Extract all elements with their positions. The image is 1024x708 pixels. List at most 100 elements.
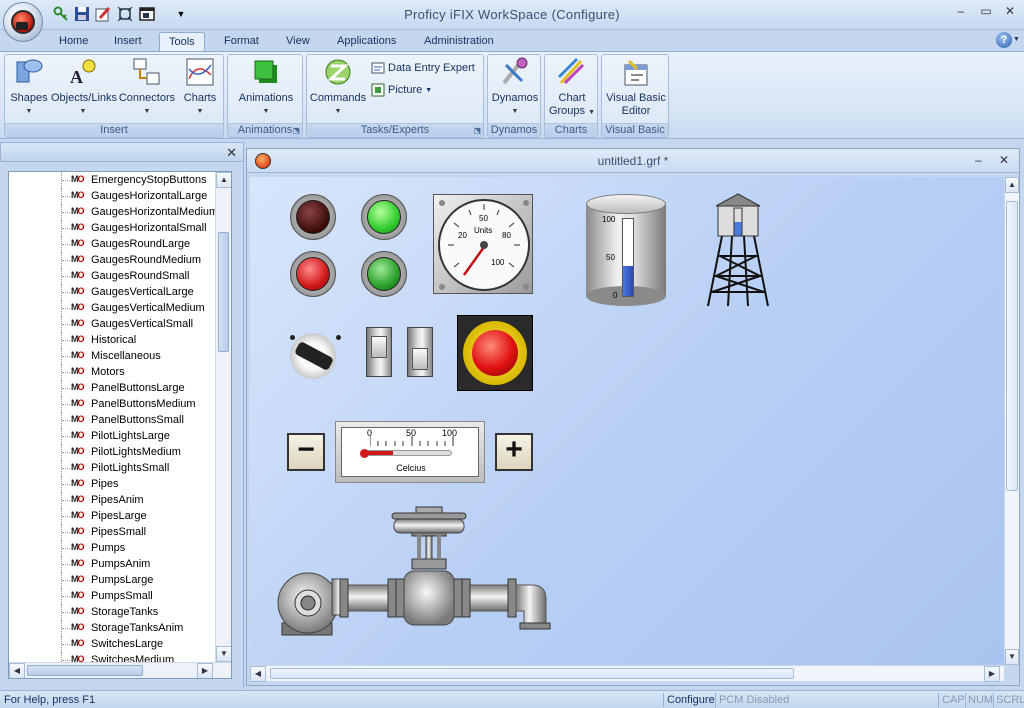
tab-insert[interactable]: Insert (105, 32, 151, 52)
tree-item[interactable]: MO PanelButtonsMedium (9, 396, 217, 412)
tree-hscroll-thumb[interactable] (27, 665, 143, 676)
scroll-down-icon[interactable]: ▼ (216, 646, 231, 662)
water-tower[interactable] (702, 192, 774, 310)
edit-icon[interactable] (94, 5, 112, 23)
help-icon[interactable]: ? (996, 32, 1012, 48)
tree-item[interactable]: MO PilotLightsSmall (9, 460, 217, 476)
document-horizontal-scrollbar[interactable]: ◀ ▶ (250, 665, 1004, 682)
tree-item[interactable]: MO GaugesVerticalMedium (9, 300, 217, 316)
customize-icon[interactable]: ▼ (172, 5, 190, 23)
objects-links-button[interactable]: A Objects/Links ▼ (51, 57, 117, 118)
animations-launcher-icon[interactable]: ⬔ (292, 126, 300, 135)
toggle-switch-2[interactable] (407, 327, 433, 377)
doc-scroll-down-icon[interactable]: ▼ (1005, 649, 1019, 665)
document-minimize-button[interactable]: – (975, 153, 982, 167)
picture-button[interactable]: Picture ▼ (371, 82, 432, 98)
tree-item[interactable]: MO PumpsSmall (9, 588, 217, 604)
tree-vertical-scrollbar[interactable]: ▲ ▼ (215, 172, 231, 662)
tab-home[interactable]: Home (50, 32, 97, 52)
doc-scroll-right-icon[interactable]: ▶ (984, 666, 1000, 682)
tree-horizontal-scrollbar[interactable]: ◀ ▶ (9, 662, 231, 678)
panel-close-button[interactable]: ✕ (226, 145, 237, 161)
storage-tank[interactable]: 100 50 0 (586, 194, 666, 306)
tree-item[interactable]: MO PanelButtonsSmall (9, 412, 217, 428)
tree-item[interactable]: MO PumpsLarge (9, 572, 217, 588)
close-button[interactable]: ✕ (999, 4, 1021, 22)
tasks-launcher-icon[interactable]: ⬔ (473, 126, 481, 135)
minimize-button[interactable]: – (950, 4, 972, 22)
restore-button[interactable]: ▭ (975, 4, 997, 22)
round-gauge[interactable]: Units 20 50 80 100 (433, 194, 533, 294)
title-bar: Proficy iFIX WorkSpace (Configure) ▼ – ▭… (0, 0, 1024, 30)
commands-button[interactable]: Commands ▼ (309, 57, 367, 118)
scroll-up-icon[interactable]: ▲ (216, 172, 231, 188)
visual-basic-editor-button[interactable]: Visual Basic Editor (604, 57, 668, 118)
tree-item[interactable]: MO Motors (9, 364, 217, 380)
tree-item[interactable]: MO GaugesHorizontalSmall (9, 220, 217, 236)
tree-item[interactable]: MO PipesLarge (9, 508, 217, 524)
tree-item[interactable]: MO StorageTanksAnim (9, 620, 217, 636)
save-icon[interactable] (73, 5, 91, 23)
tree-item[interactable]: MO Pipes (9, 476, 217, 492)
tree-item[interactable]: MO GaugesHorizontalMedium (9, 204, 218, 220)
tab-administration[interactable]: Administration (415, 32, 503, 52)
tree-item[interactable]: MO Miscellaneous (9, 348, 217, 364)
decrement-button[interactable]: − (287, 433, 325, 471)
tree-item[interactable]: MO EmergencyStopButtons (9, 172, 217, 188)
thermometer-fill (366, 451, 393, 455)
fullscreen-icon[interactable] (116, 5, 134, 23)
toggle-switch-1[interactable] (366, 327, 392, 377)
scroll-right-icon[interactable]: ▶ (197, 663, 213, 678)
tab-applications[interactable]: Applications (328, 32, 405, 52)
tree-item-label: PanelButtonsLarge (91, 382, 185, 394)
doc-vscroll-thumb[interactable] (1006, 201, 1018, 491)
animations-button[interactable]: Animations ▼ (232, 57, 300, 118)
pilot-light-dark-red[interactable] (290, 194, 336, 240)
tree-item[interactable]: MO StorageTanks (9, 604, 217, 620)
tree-item[interactable]: MO PanelButtonsLarge (9, 380, 217, 396)
pilot-light-red[interactable] (290, 251, 336, 297)
tree-scroll-thumb[interactable] (218, 232, 229, 352)
tree-item[interactable]: MO PipesSmall (9, 524, 217, 540)
data-entry-expert-button[interactable]: Data Entry Expert (371, 60, 475, 76)
tree-item[interactable]: MO PilotLightsMedium (9, 444, 217, 460)
tab-view[interactable]: View (277, 32, 319, 52)
connectors-button[interactable]: Connectors ▼ (117, 57, 177, 118)
tree-item[interactable]: MO PipesAnim (9, 492, 217, 508)
doc-scroll-up-icon[interactable]: ▲ (1005, 177, 1019, 193)
picture-icon (371, 83, 385, 97)
key-icon[interactable] (52, 5, 70, 23)
scroll-left-icon[interactable]: ◀ (9, 663, 25, 678)
tree-item[interactable]: MO GaugesRoundSmall (9, 268, 217, 284)
tree-item[interactable]: MO Pumps (9, 540, 217, 556)
rotary-selector-switch[interactable] (286, 329, 342, 379)
charts-button[interactable]: Charts ▼ (179, 57, 221, 118)
tree-item[interactable]: MO PumpsAnim (9, 556, 217, 572)
doc-scroll-left-icon[interactable]: ◀ (250, 666, 266, 682)
chart-groups-button[interactable]: Chart Groups ▼ (547, 57, 597, 119)
pilot-light-green[interactable] (361, 251, 407, 297)
increment-button[interactable]: + (495, 433, 533, 471)
emergency-stop-button[interactable] (457, 315, 533, 391)
tree-item[interactable]: MO GaugesHorizontalLarge (9, 188, 217, 204)
document-vertical-scrollbar[interactable]: ▲ ▼ (1004, 177, 1019, 665)
picture-canvas[interactable]: Units 20 50 80 100 100 50 0 − 0 50 100 C… (250, 177, 1004, 665)
tree-item[interactable]: MO GaugesRoundMedium (9, 252, 217, 268)
dynamos-button[interactable]: Dynamos ▼ (490, 57, 540, 118)
pilot-light-bright-green[interactable] (361, 194, 407, 240)
tab-format[interactable]: Format (215, 32, 268, 52)
tree-item[interactable]: MO SwitchesLarge (9, 636, 217, 652)
pump-valve-assembly[interactable] (276, 505, 576, 645)
tree-item[interactable]: MO Historical (9, 332, 217, 348)
doc-hscroll-thumb[interactable] (270, 668, 794, 679)
tree-item[interactable]: MO PilotLightsLarge (9, 428, 217, 444)
tree-item[interactable]: MO GaugesRoundLarge (9, 236, 217, 252)
tree-item[interactable]: MO GaugesVerticalSmall (9, 316, 217, 332)
application-button[interactable] (3, 2, 43, 42)
tree-item[interactable]: MO GaugesVerticalLarge (9, 284, 217, 300)
help-dropdown-icon[interactable]: ▼ (1013, 36, 1020, 43)
horizontal-gauge[interactable]: 0 50 100 Celcius (335, 421, 485, 483)
window-icon[interactable] (138, 5, 156, 23)
shapes-button[interactable]: Shapes ▼ (7, 57, 51, 118)
document-close-button[interactable]: ✕ (999, 153, 1009, 167)
